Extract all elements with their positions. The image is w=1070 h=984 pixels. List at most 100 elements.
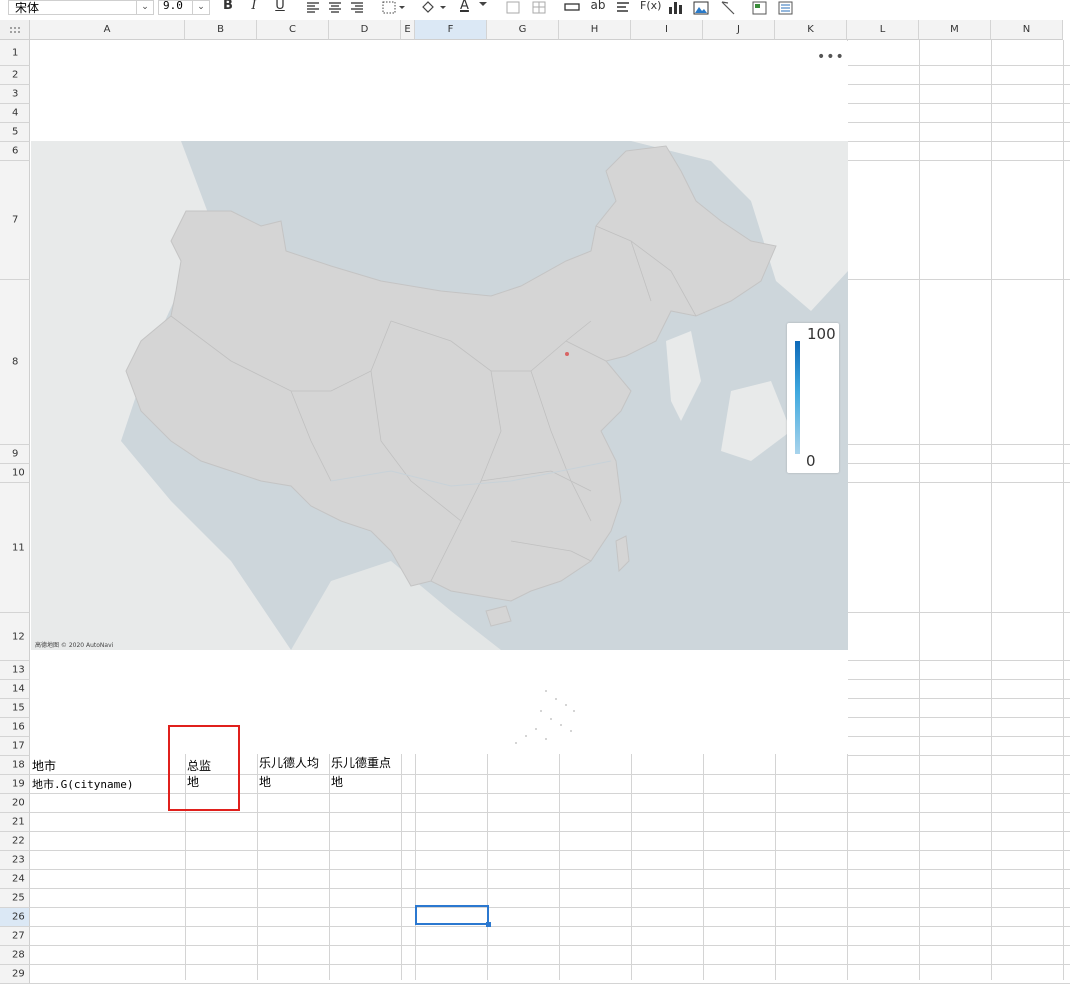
cell-a19[interactable]: 地市.G(cityname) <box>32 776 133 794</box>
cell-a18[interactable]: 地市 <box>32 757 56 775</box>
row-header-28[interactable]: 28 <box>0 946 30 965</box>
row-header-17[interactable]: 17 <box>0 737 30 756</box>
brush-icon[interactable] <box>720 0 736 16</box>
column-header-g[interactable]: G <box>487 20 559 40</box>
row-header-19[interactable]: 19 <box>0 775 30 794</box>
align-right-icon[interactable] <box>350 0 364 16</box>
column-header-a[interactable]: A <box>30 20 185 40</box>
column-header-k[interactable]: K <box>775 20 847 40</box>
insert-sheet-icon[interactable] <box>752 0 768 16</box>
bold-button[interactable]: B <box>222 0 234 14</box>
china-map[interactable]: 100 0 高德地图 © 2020 AutoNavi <box>31 141 848 650</box>
row-number: 19 <box>12 778 25 790</box>
row-header-2[interactable]: 2 <box>0 66 30 85</box>
row-header-22[interactable]: 22 <box>0 832 30 851</box>
bar-chart-icon[interactable] <box>668 0 684 16</box>
column-header-e[interactable]: E <box>401 20 415 40</box>
cell-c18[interactable]: 乐儿德人均 <box>259 754 329 772</box>
more-options-icon[interactable]: ••• <box>817 49 845 65</box>
text-box-icon[interactable]: ab <box>590 0 606 14</box>
row-header-1[interactable]: 1 <box>0 40 30 66</box>
row-gridline <box>848 717 1070 718</box>
row-header-27[interactable]: 27 <box>0 927 30 946</box>
selected-cell-f26[interactable] <box>415 905 489 925</box>
row-header-14[interactable]: 14 <box>0 680 30 699</box>
row-header-15[interactable]: 15 <box>0 699 30 718</box>
row-number: 2 <box>12 69 19 81</box>
cell-d18[interactable]: 乐儿德重点 <box>331 754 401 772</box>
align-center-icon[interactable] <box>328 0 342 16</box>
row-gridline <box>848 103 1070 104</box>
paragraph-icon[interactable] <box>616 0 630 16</box>
row-header-23[interactable]: 23 <box>0 851 30 870</box>
row-header-16[interactable]: 16 <box>0 718 30 737</box>
merge-icon[interactable] <box>506 0 520 16</box>
row-header-12[interactable]: 12 <box>0 613 30 661</box>
row-header-25[interactable]: 25 <box>0 889 30 908</box>
italic-button[interactable]: I <box>248 0 260 14</box>
font-size-select[interactable]: 9.0 ⌄ <box>158 0 210 15</box>
row-header-18[interactable]: 18 <box>0 756 30 775</box>
column-header-l[interactable]: L <box>847 20 919 40</box>
cell-c19[interactable]: 地 <box>259 773 271 791</box>
row-header-29[interactable]: 29 <box>0 965 30 984</box>
column-header-j[interactable]: J <box>703 20 775 40</box>
row-number: 21 <box>12 816 25 828</box>
row-header-9[interactable]: 9 <box>0 445 30 464</box>
row-gridline <box>848 141 1070 142</box>
row-header-10[interactable]: 10 <box>0 464 30 483</box>
row-header-5[interactable]: 5 <box>0 123 30 142</box>
image-icon[interactable] <box>693 0 709 16</box>
row-header-4[interactable]: 4 <box>0 104 30 123</box>
column-header-c[interactable]: C <box>257 20 329 40</box>
row-header-24[interactable]: 24 <box>0 870 30 889</box>
row-number: 3 <box>12 88 19 100</box>
row-gridline <box>848 679 1070 680</box>
row-header-20[interactable]: 20 <box>0 794 30 813</box>
text-color-icon: A <box>460 0 469 13</box>
column-header-f[interactable]: F <box>415 20 487 40</box>
row-header-8[interactable]: 8 <box>0 280 30 445</box>
row-gridline <box>848 698 1070 699</box>
formula-icon[interactable]: F(x) <box>640 0 661 14</box>
fill-handle[interactable] <box>486 922 491 927</box>
row-header-21[interactable]: 21 <box>0 813 30 832</box>
row-gridline <box>848 755 1070 756</box>
underline-button[interactable]: U <box>274 0 286 14</box>
select-all-corner[interactable] <box>0 20 30 40</box>
row-gridline <box>848 65 1070 66</box>
font-name-select[interactable]: 宋体 ⌄ <box>8 0 154 15</box>
row-gridline <box>30 907 1070 908</box>
row-gridline <box>30 812 1070 813</box>
row-gridline <box>30 888 1070 889</box>
grip-icon <box>10 27 20 33</box>
fill-color-icon[interactable] <box>420 0 452 16</box>
column-header-h[interactable]: H <box>559 20 631 40</box>
text-color-button[interactable]: A <box>458 0 490 14</box>
font-name-value: 宋体 <box>15 1 40 15</box>
report-icon[interactable] <box>778 0 794 16</box>
row-header-26[interactable]: 26 <box>0 908 30 927</box>
grid-icon[interactable] <box>532 0 546 16</box>
column-gridline <box>559 754 560 980</box>
column-header-i[interactable]: I <box>631 20 703 40</box>
chevron-down-icon[interactable]: ⌄ <box>136 1 153 14</box>
row-header-11[interactable]: 11 <box>0 483 30 613</box>
row-header-13[interactable]: 13 <box>0 661 30 680</box>
column-header-m[interactable]: M <box>919 20 991 40</box>
color-legend: 100 0 <box>787 323 839 473</box>
row-header-6[interactable]: 6 <box>0 142 30 161</box>
border-icon[interactable] <box>382 0 406 16</box>
column-header-d[interactable]: D <box>329 20 401 40</box>
column-header-n[interactable]: N <box>991 20 1063 40</box>
row-gridline <box>848 736 1070 737</box>
row-number: 10 <box>12 467 25 479</box>
chevron-down-icon[interactable]: ⌄ <box>192 1 209 14</box>
column-header-b[interactable]: B <box>185 20 257 40</box>
row-header-3[interactable]: 3 <box>0 85 30 104</box>
map-chart-widget[interactable]: ••• 100 0 高德地图 © 2020 AutoNavi <box>31 41 848 754</box>
cell-d19[interactable]: 地 <box>331 773 343 791</box>
text-field-icon[interactable] <box>564 0 580 16</box>
row-header-7[interactable]: 7 <box>0 161 30 280</box>
align-left-icon[interactable] <box>306 0 320 16</box>
